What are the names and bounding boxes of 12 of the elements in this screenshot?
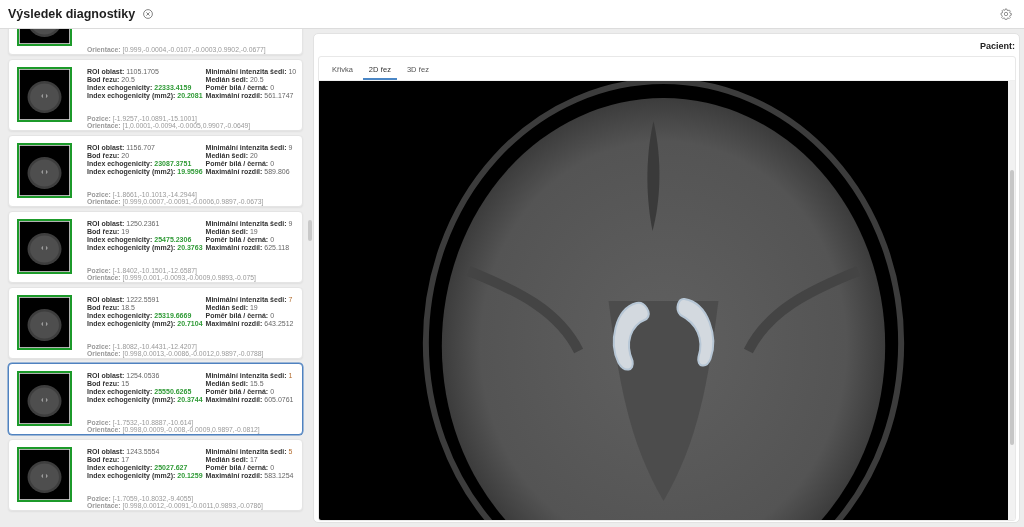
close-icon[interactable] — [143, 9, 154, 19]
scrollbar-thumb[interactable] — [1009, 170, 1014, 445]
brain-scan-thumbnail — [17, 143, 72, 198]
page-title: Výsledek diagnostiky — [8, 7, 136, 21]
brain-scan-thumbnail — [17, 447, 72, 502]
brain-scan-thumbnail — [17, 67, 72, 122]
settings-icon[interactable] — [1000, 8, 1012, 20]
brain-scan-thumbnail — [17, 295, 72, 350]
patient-label: Pacient: — [979, 40, 1016, 53]
brain-scan-thumbnail — [17, 219, 72, 274]
result-card[interactable] — [8, 363, 303, 435]
brain-scan-thumbnail — [17, 371, 72, 426]
